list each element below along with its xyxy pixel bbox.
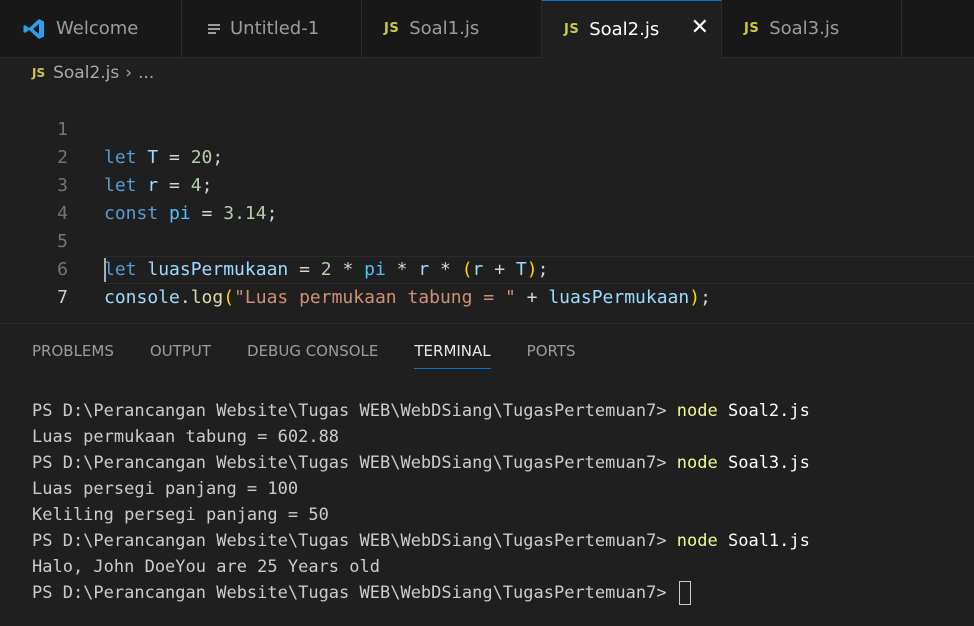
- terminal-command: node: [676, 531, 718, 551]
- tab-label: Untitled-1: [230, 18, 320, 39]
- tab-soal1[interactable]: JS Soal1.js: [362, 0, 542, 57]
- tab-soal2[interactable]: JS Soal2.js ✕: [542, 0, 722, 58]
- string-literal: "Luas permukaan tabung = ": [234, 287, 516, 308]
- terminal-line: Luas permukaan tabung = 602.88: [32, 427, 340, 447]
- code-line-current: 7: [0, 256, 974, 308]
- text-cursor: [104, 258, 106, 282]
- terminal-argument: Soal2.js: [717, 401, 810, 421]
- tab-untitled[interactable]: Untitled-1: [182, 0, 362, 57]
- terminal-prompt: PS D:\Perancangan Website\Tugas WEB\WebD…: [32, 401, 677, 421]
- code-editor[interactable]: 1 let T = 20; 2 let r = 4; 3 const pi = …: [0, 88, 974, 308]
- terminal-line: Keliling persegi panjang = 50: [32, 505, 329, 525]
- code-line: 5 let luasPermukaan = 2 * pi * r * (r + …: [0, 200, 974, 280]
- breadcrumb-file[interactable]: Soal2.js: [53, 63, 119, 83]
- identifier: luasPermukaan: [548, 287, 690, 308]
- js-icon: JS: [32, 66, 46, 80]
- panel-tab-bar: PROBLEMS OUTPUT DEBUG CONSOLE TERMINAL P…: [32, 342, 576, 369]
- close-icon[interactable]: ✕: [691, 17, 709, 39]
- bottom-panel: PROBLEMS OUTPUT DEBUG CONSOLE TERMINAL P…: [0, 323, 974, 626]
- tab-output[interactable]: OUTPUT: [150, 342, 211, 369]
- code-line: 6 console.log("Luas permukaan tabung = "…: [0, 228, 974, 308]
- operator: +: [515, 287, 549, 308]
- editor-tab-bar: Welcome Untitled-1 JS Soal1.js JS Soal2.…: [0, 0, 974, 58]
- semicolon: ;: [700, 287, 711, 308]
- lines-icon: [208, 23, 220, 34]
- terminal-argument: Soal1.js: [717, 531, 810, 551]
- tab-label: Soal2.js: [589, 19, 660, 40]
- code-line: 2 let r = 4;: [0, 116, 974, 196]
- js-icon: JS: [384, 21, 400, 36]
- terminal-prompt: PS D:\Perancangan Website\Tugas WEB\WebD…: [32, 583, 677, 603]
- terminal-line: Halo, John DoeYou are 25 Years old: [32, 557, 380, 577]
- terminal-argument: Soal3.js: [717, 453, 810, 473]
- tab-ports[interactable]: PORTS: [527, 342, 576, 369]
- tab-debug-console[interactable]: DEBUG CONSOLE: [247, 342, 378, 369]
- tab-welcome[interactable]: Welcome: [0, 0, 182, 57]
- terminal-command: node: [676, 453, 718, 473]
- breadcrumb-more[interactable]: ...: [138, 63, 154, 83]
- chevron-right-icon: ›: [125, 63, 133, 83]
- code-line: 1 let T = 20;: [0, 88, 974, 168]
- terminal-line: PS D:\Perancangan Website\Tugas WEB\WebD…: [32, 450, 810, 476]
- tab-problems[interactable]: PROBLEMS: [32, 342, 114, 369]
- terminal-line: Luas persegi panjang = 100: [32, 479, 299, 499]
- breadcrumb: JS Soal2.js › ...: [32, 62, 154, 84]
- tab-soal3[interactable]: JS Soal3.js: [722, 0, 902, 57]
- terminal-prompt: PS D:\Perancangan Website\Tugas WEB\WebD…: [32, 453, 677, 473]
- function-name: log: [190, 287, 224, 308]
- terminal-command: node: [676, 401, 718, 421]
- tab-label: Soal1.js: [409, 18, 480, 39]
- terminal-cursor: [678, 581, 691, 605]
- line-number: 7: [57, 287, 68, 308]
- operator: .: [179, 287, 191, 308]
- js-icon: JS: [744, 21, 760, 36]
- vscode-logo-icon: [23, 18, 44, 39]
- tab-terminal[interactable]: TERMINAL: [414, 342, 491, 369]
- code-line: 4: [0, 172, 974, 224]
- terminal-line: PS D:\Perancangan Website\Tugas WEB\WebD…: [32, 398, 810, 424]
- terminal-line: PS D:\Perancangan Website\Tugas WEB\WebD…: [32, 580, 810, 606]
- identifier: console: [104, 287, 180, 308]
- tab-label: Soal3.js: [769, 18, 840, 39]
- tab-label: Welcome: [56, 18, 139, 39]
- paren: (: [223, 287, 235, 308]
- terminal-prompt: PS D:\Perancangan Website\Tugas WEB\WebD…: [32, 531, 677, 551]
- code-line: 3 const pi = 3.14;: [0, 144, 974, 224]
- terminal-line: PS D:\Perancangan Website\Tugas WEB\WebD…: [32, 528, 810, 554]
- js-icon: JS: [564, 22, 580, 37]
- terminal-output[interactable]: PS D:\Perancangan Website\Tugas WEB\WebD…: [32, 398, 810, 606]
- paren: ): [689, 287, 701, 308]
